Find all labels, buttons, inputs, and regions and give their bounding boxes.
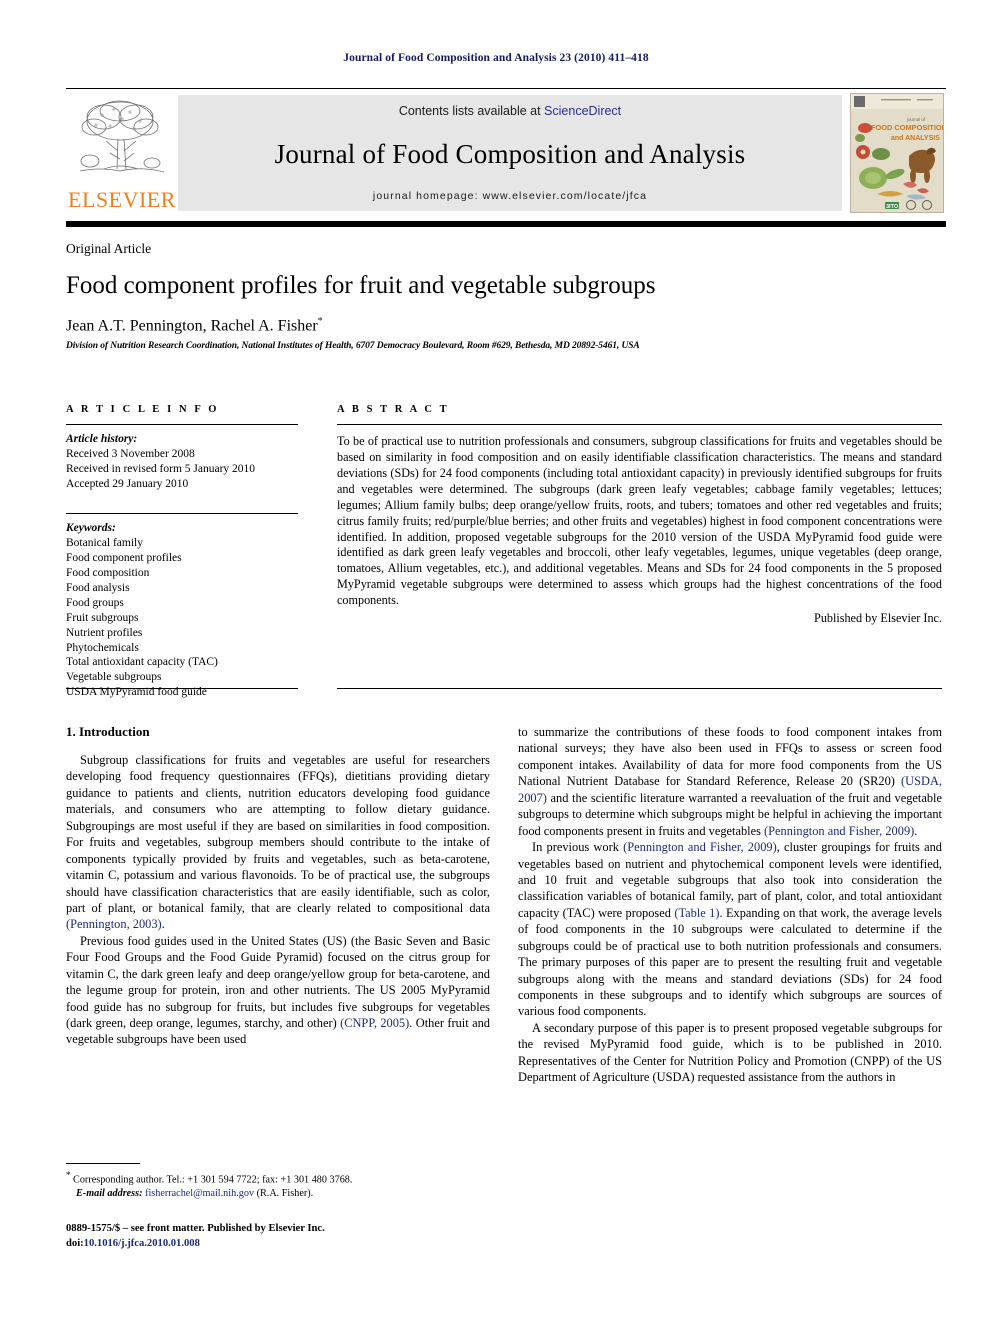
- keywords-label: Keywords:: [66, 522, 116, 534]
- email-attribution: (R.A. Fisher).: [256, 1187, 314, 1199]
- info-rule-top: [66, 424, 298, 425]
- paragraph: A secondary purpose of this paper is to …: [518, 1020, 942, 1086]
- paragraph-text-tail: .: [914, 823, 918, 838]
- body-column-right: to summarize the contributions of these …: [518, 724, 942, 1086]
- keyword-item: Phytochemicals: [66, 641, 139, 654]
- doi-label: doi:: [66, 1237, 84, 1249]
- history-item: Received 3 November 2008: [66, 447, 195, 460]
- abstract-body: To be of practical use to nutrition prof…: [337, 434, 942, 608]
- abstract-rule-top: [337, 424, 942, 425]
- author-names: Jean A.T. Pennington, Rachel A. Fisher: [66, 317, 318, 335]
- page-title: Food component profiles for fruit and ve…: [66, 272, 656, 299]
- svg-text:FOOD COMPOSITION: FOOD COMPOSITION: [871, 123, 943, 132]
- corresponding-author-note: * Corresponding author. Tel.: +1 301 594…: [66, 1170, 496, 1187]
- history-item: Received in revised form 5 January 2010: [66, 462, 256, 475]
- contents-available-text: Contents lists available at: [398, 104, 545, 118]
- abstract-copyright: Published by Elsevier Inc.: [814, 611, 942, 626]
- keyword-item: Total antioxidant capacity (TAC): [66, 656, 218, 669]
- article-type: Original Article: [66, 241, 152, 256]
- citation-link[interactable]: (CNPP, 2005): [340, 1016, 409, 1030]
- paragraph-text: In previous work: [532, 840, 624, 855]
- keyword-item: USDA MyPyramid food guide: [66, 686, 207, 699]
- journal-masthead: ELSEVIER Contents lists available at Sci…: [66, 88, 946, 217]
- citation-link[interactable]: (Pennington, 2003): [66, 917, 162, 931]
- section-heading-introduction: 1. Introduction: [66, 724, 150, 739]
- running-head: Journal of Food Composition and Analysis…: [343, 52, 649, 64]
- elsevier-tree-icon: [79, 100, 165, 173]
- keyword-item: Food analysis: [66, 581, 130, 594]
- paragraph: Previous food guides used in the United …: [66, 933, 490, 1048]
- issn-line: 0889-1575/$ – see front matter. Publishe…: [66, 1223, 325, 1234]
- journal-cover-image: journal of FOOD COMPOSITION and ANALYSIS: [850, 93, 944, 213]
- keyword-item: Food groups: [66, 596, 124, 609]
- history-item: Accepted 29 January 2010: [66, 477, 189, 490]
- body-column-left: Subgroup classifications for fruits and …: [66, 752, 490, 1048]
- journal-article-page: Journal of Food Composition and Analysis…: [0, 0, 992, 1323]
- paragraph-text: A secondary purpose of this paper is to …: [518, 1020, 942, 1085]
- elsevier-logo: ELSEVIER: [66, 89, 178, 217]
- paragraph-text: to summarize the contributions of these …: [518, 725, 942, 789]
- svg-text:and ANALYSIS: and ANALYSIS: [891, 135, 940, 142]
- article-history: Article history: Received 3 November 200…: [66, 432, 306, 492]
- article-info-heading: A R T I C L E I N F O: [66, 404, 220, 415]
- abstract-section: To be of practical use to nutrition prof…: [337, 434, 942, 627]
- abstract-heading: A B S T R A C T: [337, 404, 450, 415]
- imprint-block: 0889-1575/$ – see front matter. Publishe…: [66, 1222, 506, 1251]
- contents-available-line: Contents lists available at ScienceDirec…: [399, 104, 621, 118]
- keyword-item: Food composition: [66, 566, 150, 579]
- corresponding-author-text: Corresponding author. Tel.: +1 301 594 7…: [73, 1174, 353, 1186]
- abstract-rule-bottom: [337, 688, 942, 689]
- article-history-label: Article history:: [66, 433, 138, 445]
- journal-title: Journal of Food Composition and Analysis: [274, 138, 746, 169]
- journal-homepage-link[interactable]: journal homepage: www.elsevier.com/locat…: [373, 190, 647, 202]
- corresponding-author-marker: *: [317, 316, 323, 327]
- svg-text:3ITO: 3ITO: [886, 204, 899, 210]
- keyword-item: Vegetable subgroups: [66, 671, 162, 684]
- info-rule-middle: [66, 513, 298, 514]
- paragraph-text-tail: .: [161, 917, 165, 932]
- journal-cover-artwork: journal of FOOD COMPOSITION and ANALYSIS: [851, 94, 943, 212]
- email-note: E-mail address: fisherrachel@mail.nih.go…: [66, 1187, 496, 1201]
- email-link[interactable]: fisherrachel@mail.nih.gov: [145, 1188, 254, 1199]
- keyword-item: Fruit subgroups: [66, 611, 139, 624]
- doi-line: doi:10.1016/j.jfca.2010.01.008: [66, 1237, 506, 1252]
- masthead-bottom-rule: [66, 221, 946, 227]
- keyword-item: Food component profiles: [66, 551, 182, 564]
- keyword-item: Nutrient profiles: [66, 626, 143, 639]
- svg-text:journal of: journal of: [906, 117, 926, 122]
- citation-link[interactable]: (Pennington and Fisher, 2009): [764, 824, 914, 838]
- paragraph-text: Subgroup classifications for fruits and …: [66, 753, 490, 915]
- footnote-rule: [66, 1163, 140, 1164]
- masthead-center-panel: Contents lists available at ScienceDirec…: [178, 95, 842, 211]
- elsevier-wordmark: ELSEVIER: [68, 187, 176, 212]
- journal-cover-container: journal of FOOD COMPOSITION and ANALYSIS: [842, 89, 946, 217]
- footnote-block: * Corresponding author. Tel.: +1 301 594…: [66, 1170, 496, 1201]
- paragraph: In previous work (Pennington and Fisher,…: [518, 839, 942, 1020]
- doi-link[interactable]: 10.1016/j.jfca.2010.01.008: [84, 1238, 200, 1249]
- keyword-list: Keywords: Botanical family Food componen…: [66, 521, 306, 700]
- paragraph: Subgroup classifications for fruits and …: [66, 752, 490, 933]
- table-reference-link[interactable]: (Table 1): [674, 906, 719, 920]
- keyword-item: Botanical family: [66, 536, 143, 549]
- email-label: E-mail address:: [76, 1187, 143, 1199]
- paragraph-text-tail: . Expanding on that work, the average le…: [518, 905, 943, 1019]
- citation-link[interactable]: (Pennington and Fisher, 2009): [623, 840, 777, 854]
- author-affiliation: Division of Nutrition Research Coordinat…: [66, 341, 640, 351]
- sciencedirect-link[interactable]: ScienceDirect: [544, 104, 621, 118]
- footnote-marker: *: [66, 1170, 71, 1180]
- paragraph: to summarize the contributions of these …: [518, 724, 942, 839]
- author-list: Jean A.T. Pennington, Rachel A. Fisher*: [66, 316, 926, 335]
